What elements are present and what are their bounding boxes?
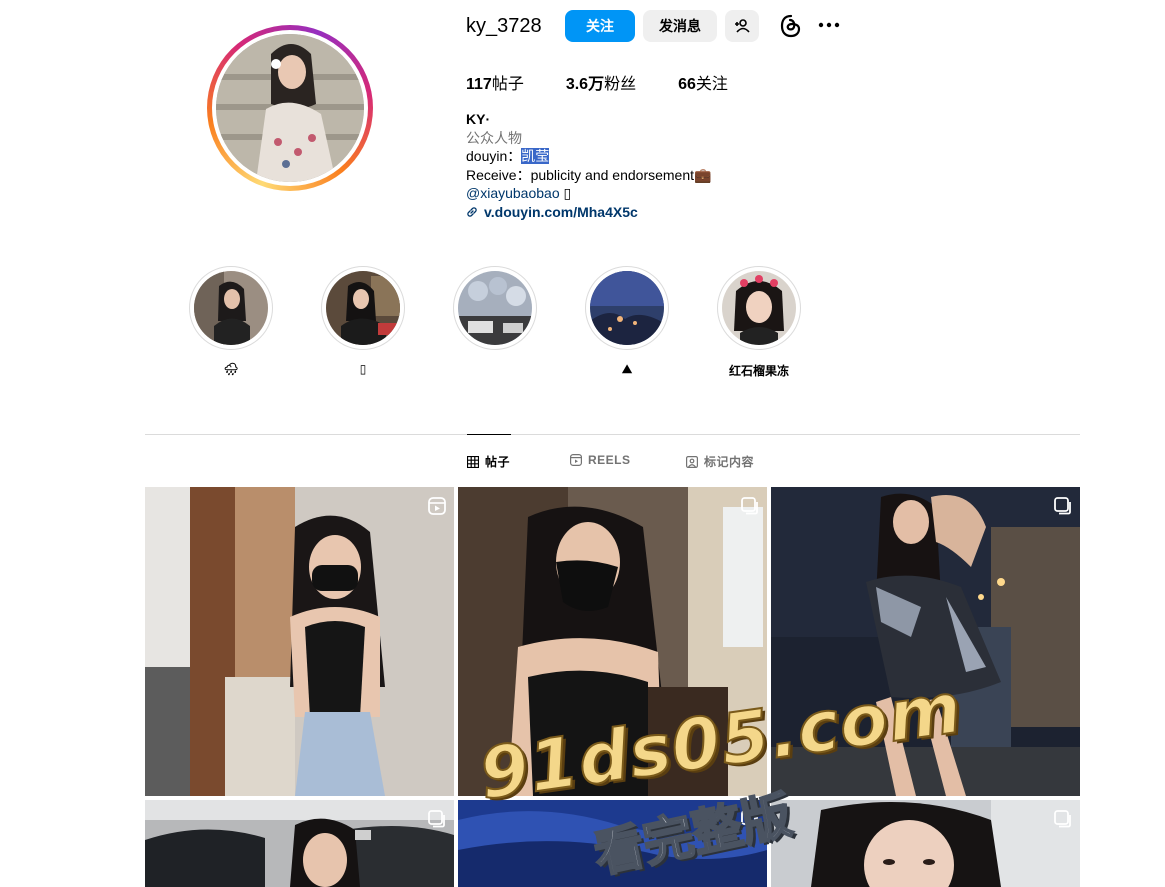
carousel-icon [741, 810, 758, 828]
story-highlight[interactable]: 红石榴果冻 [717, 266, 801, 379]
highlight-cover [194, 271, 268, 345]
profile-avatar[interactable] [207, 25, 373, 191]
highlight-label: 🌧 [223, 362, 239, 376]
profile-bio: KY· 公众人物 douyin：凯莹 Receive：publicity and… [466, 110, 711, 221]
post-tile[interactable] [458, 487, 767, 796]
story-highlight[interactable]: ⛰ [585, 266, 669, 377]
followers-stat[interactable]: 3.6万粉丝 [566, 70, 636, 94]
post-tile[interactable] [145, 800, 454, 887]
highlight-cover [722, 271, 796, 345]
active-tab-indicator [467, 434, 511, 435]
carousel-icon [428, 810, 445, 828]
post-tile[interactable] [145, 487, 454, 796]
tagged-icon [686, 455, 698, 468]
highlight-ring [717, 266, 801, 350]
message-button[interactable]: 发消息 [643, 10, 717, 42]
carousel-icon [741, 497, 758, 515]
more-options-icon[interactable] [817, 13, 841, 37]
carousel-icon [1054, 810, 1071, 828]
follow-button[interactable]: 关注 [565, 10, 635, 42]
highlight-ring [189, 266, 273, 350]
bio-name: KY· [466, 111, 491, 127]
tabs-divider [145, 434, 1080, 435]
highlight-cover [326, 271, 400, 345]
bio-category: 公众人物 [466, 129, 522, 146]
highlight-cover [590, 271, 664, 345]
add-user-button[interactable] [725, 10, 759, 42]
link-icon [467, 207, 477, 217]
post-tile[interactable] [458, 800, 767, 887]
bio-douyin-line: douyin：凯莹 [466, 148, 550, 164]
tab-posts[interactable]: 帖子 [467, 453, 510, 470]
avatar-photo [216, 34, 364, 182]
posts-stat[interactable]: 117帖子 [466, 70, 524, 94]
grid-icon [467, 455, 479, 468]
tab-reels[interactable]: REELS [570, 453, 631, 467]
highlight-cover [458, 271, 532, 345]
reels-icon [570, 454, 582, 466]
bio-external-link[interactable]: v.douyin.com/Mha4X5c [466, 203, 711, 222]
avatar-border [212, 30, 368, 186]
threads-icon[interactable] [778, 13, 804, 39]
post-tile[interactable] [771, 487, 1080, 796]
reel-icon [428, 497, 446, 515]
highlight-ring [585, 266, 669, 350]
post-tile[interactable] [771, 800, 1080, 887]
profile-stats: 117帖子 3.6万粉丝 66关注 [466, 70, 728, 94]
story-highlight[interactable] [453, 266, 537, 362]
add-user-icon [735, 19, 750, 33]
carousel-icon [1054, 497, 1071, 515]
highlight-label: 红石榴果冻 [728, 364, 789, 378]
selected-text: 凯莹 [521, 148, 550, 164]
bio-mention-line: @xiayubaobao ▯ [466, 185, 572, 201]
highlight-label: ▯ [359, 362, 367, 376]
bio-receive-line: Receive：publicity and endorsement💼 [466, 166, 712, 183]
bio-mention-link[interactable]: @xiayubaobao [466, 185, 560, 201]
highlight-ring [453, 266, 537, 350]
tab-tagged[interactable]: 标记内容 [686, 453, 754, 470]
highlight-label: ⛰ [621, 362, 633, 376]
story-highlight[interactable]: 🌧 [189, 266, 273, 376]
username: ky_3728 [466, 15, 542, 37]
highlight-ring [321, 266, 405, 350]
story-highlight[interactable]: ▯ [321, 266, 405, 376]
following-stat[interactable]: 66关注 [678, 70, 728, 94]
